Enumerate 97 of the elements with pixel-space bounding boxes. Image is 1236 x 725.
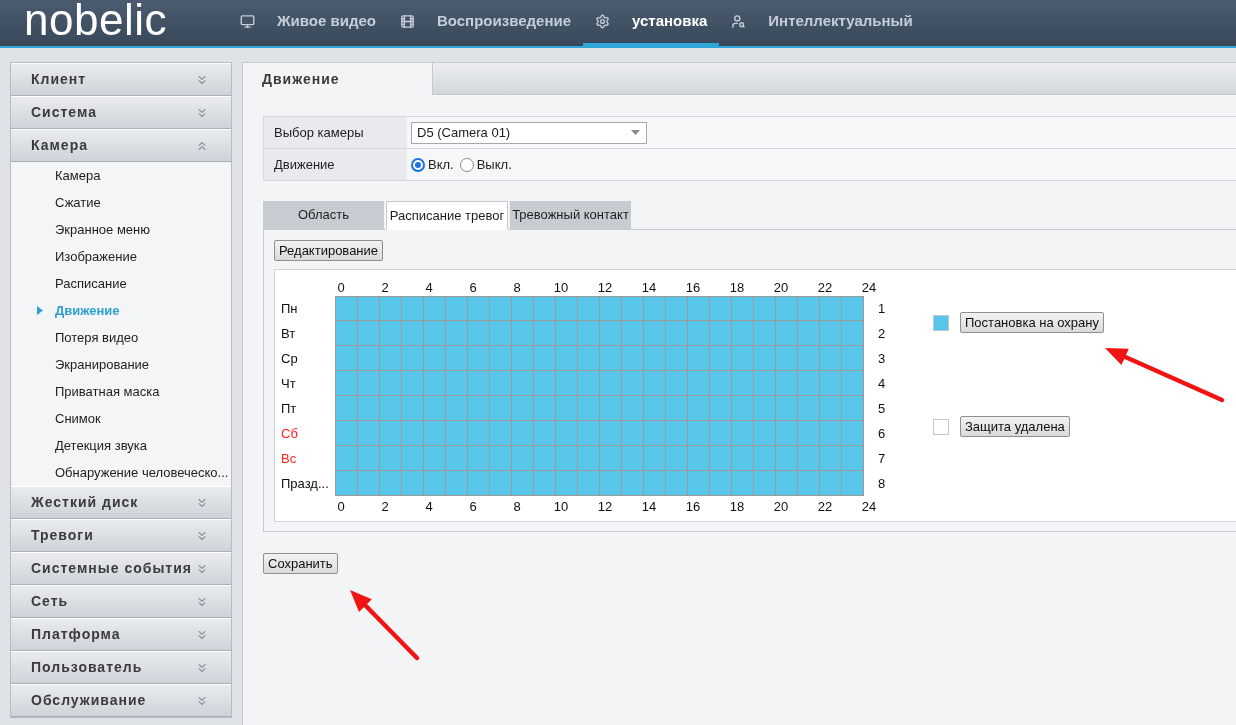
caret-icon	[631, 130, 640, 135]
film-strip-icon	[399, 14, 415, 29]
hour-label: 10	[552, 279, 570, 296]
row-number: 5	[878, 399, 887, 418]
sidebar-item[interactable]: Экранное меню	[11, 216, 231, 243]
edit-button[interactable]: Редактирование	[274, 240, 384, 261]
nav-tab[interactable]: Живое видео	[228, 0, 388, 46]
schedule-row[interactable]	[335, 296, 864, 321]
hour-label: 20	[772, 498, 790, 515]
hour-label: 16	[684, 498, 702, 515]
sidebar-item[interactable]: Детекция звука	[11, 432, 231, 459]
nav-tab[interactable]: установка	[583, 0, 720, 46]
sidebar-section-header[interactable]: Системные события	[11, 552, 231, 585]
hour-label: 14	[640, 279, 658, 296]
hour-label: 12	[596, 498, 614, 515]
page-tab[interactable]: Движение	[243, 63, 433, 95]
row-number: 8	[878, 474, 887, 493]
nav-tab[interactable]: Интеллектуальный	[719, 0, 925, 46]
settings-icon	[595, 14, 610, 29]
row-number: 1	[878, 299, 887, 318]
hour-label: 18	[728, 498, 746, 515]
hour-label: 6	[468, 498, 478, 515]
sidebar-section-header[interactable]: Обслуживание	[11, 684, 231, 717]
radio-option[interactable]: Вкл.	[411, 154, 454, 175]
day-label: Вс	[281, 449, 298, 468]
hour-label: 22	[816, 498, 834, 515]
tab[interactable]: Область	[263, 201, 384, 229]
sidebar-section-header[interactable]: Сеть	[11, 585, 231, 618]
sidebar-section-header[interactable]: Тревоги	[11, 519, 231, 552]
day-label: Чт	[281, 374, 297, 393]
sidebar-section-header[interactable]: Пользователь	[11, 651, 231, 684]
save-button[interactable]: Сохранить	[263, 553, 338, 574]
hour-label: 8	[512, 279, 522, 296]
hour-label: 24	[860, 279, 878, 296]
camera-select[interactable]: D5 (Camera 01)	[411, 121, 647, 144]
monitor-icon	[240, 14, 255, 29]
row-number: 7	[878, 449, 887, 468]
triangle-marker-icon	[37, 306, 43, 315]
hour-label: 0	[336, 279, 346, 296]
sidebar-item[interactable]: Снимок	[11, 405, 231, 432]
hour-label: 4	[424, 279, 434, 296]
sidebar-section-header[interactable]: Клиент	[11, 63, 231, 96]
row-number: 6	[878, 424, 887, 443]
hour-label: 8	[512, 498, 522, 515]
hour-label: 12	[596, 279, 614, 296]
sidebar-item[interactable]: Изображение	[11, 243, 231, 270]
row-number: 4	[878, 374, 887, 393]
legend-button[interactable]: Постановка на охрану	[960, 312, 1104, 333]
day-label: Пт	[281, 399, 298, 418]
hour-label: 24	[860, 498, 878, 515]
person-search-icon	[731, 14, 747, 29]
radio-button[interactable]	[459, 157, 474, 172]
schedule-row[interactable]	[335, 471, 864, 496]
schedule-row[interactable]	[335, 321, 864, 346]
schedule-row[interactable]	[335, 346, 864, 371]
day-label: Ср	[281, 349, 299, 368]
radio-option[interactable]: Выкл.	[459, 154, 512, 175]
legend-button[interactable]: Защита удалена	[960, 416, 1070, 437]
hour-label: 14	[640, 498, 658, 515]
hour-label: 6	[468, 279, 478, 296]
form-label: Выбор камеры	[264, 117, 407, 148]
schedule-row[interactable]	[335, 421, 864, 446]
tab[interactable]: Тревожный контакт	[510, 201, 631, 229]
tab[interactable]: Расписание тревог	[386, 201, 508, 230]
schedule-row[interactable]	[335, 446, 864, 471]
hour-label: 2	[380, 498, 390, 515]
schedule-row[interactable]	[335, 371, 864, 396]
day-label: Празд...	[281, 474, 330, 493]
sidebar-item[interactable]: Сжатие	[11, 189, 231, 216]
logo: nobelic	[24, 0, 167, 46]
hour-label: 18	[728, 279, 746, 296]
hour-label: 20	[772, 279, 790, 296]
sidebar-section-header[interactable]: Система	[11, 96, 231, 129]
sidebar-section-header[interactable]: Платформа	[11, 618, 231, 651]
day-label: Сб	[281, 424, 299, 443]
radio-button[interactable]	[411, 157, 425, 172]
row-number: 2	[878, 324, 887, 343]
sidebar-item[interactable]: Расписание	[11, 270, 231, 297]
sidebar-item[interactable]: Экранирование	[11, 351, 231, 378]
sidebar-item[interactable]: Обнаружение человеческо...	[11, 459, 231, 486]
sidebar-item[interactable]: Приватная маска	[11, 378, 231, 405]
hour-label: 4	[424, 498, 434, 515]
row-number: 3	[878, 349, 887, 368]
sidebar-section-header[interactable]: Жесткий диск	[11, 486, 231, 519]
day-label: Вт	[281, 324, 297, 343]
hour-label: 22	[816, 279, 834, 296]
hour-label: 0	[336, 498, 346, 515]
schedule-row[interactable]	[335, 396, 864, 421]
hour-label: 2	[380, 279, 390, 296]
day-label: Пн	[281, 299, 299, 318]
hour-label: 10	[552, 498, 570, 515]
form-label: Движение	[264, 149, 407, 180]
nav-tab[interactable]: Воспроизведение	[387, 0, 583, 46]
sidebar-item[interactable]: Камера	[11, 162, 231, 189]
hour-label: 16	[684, 279, 702, 296]
sidebar-section-header[interactable]: Камера	[11, 129, 231, 162]
sidebar-item[interactable]: Потеря видео	[11, 324, 231, 351]
